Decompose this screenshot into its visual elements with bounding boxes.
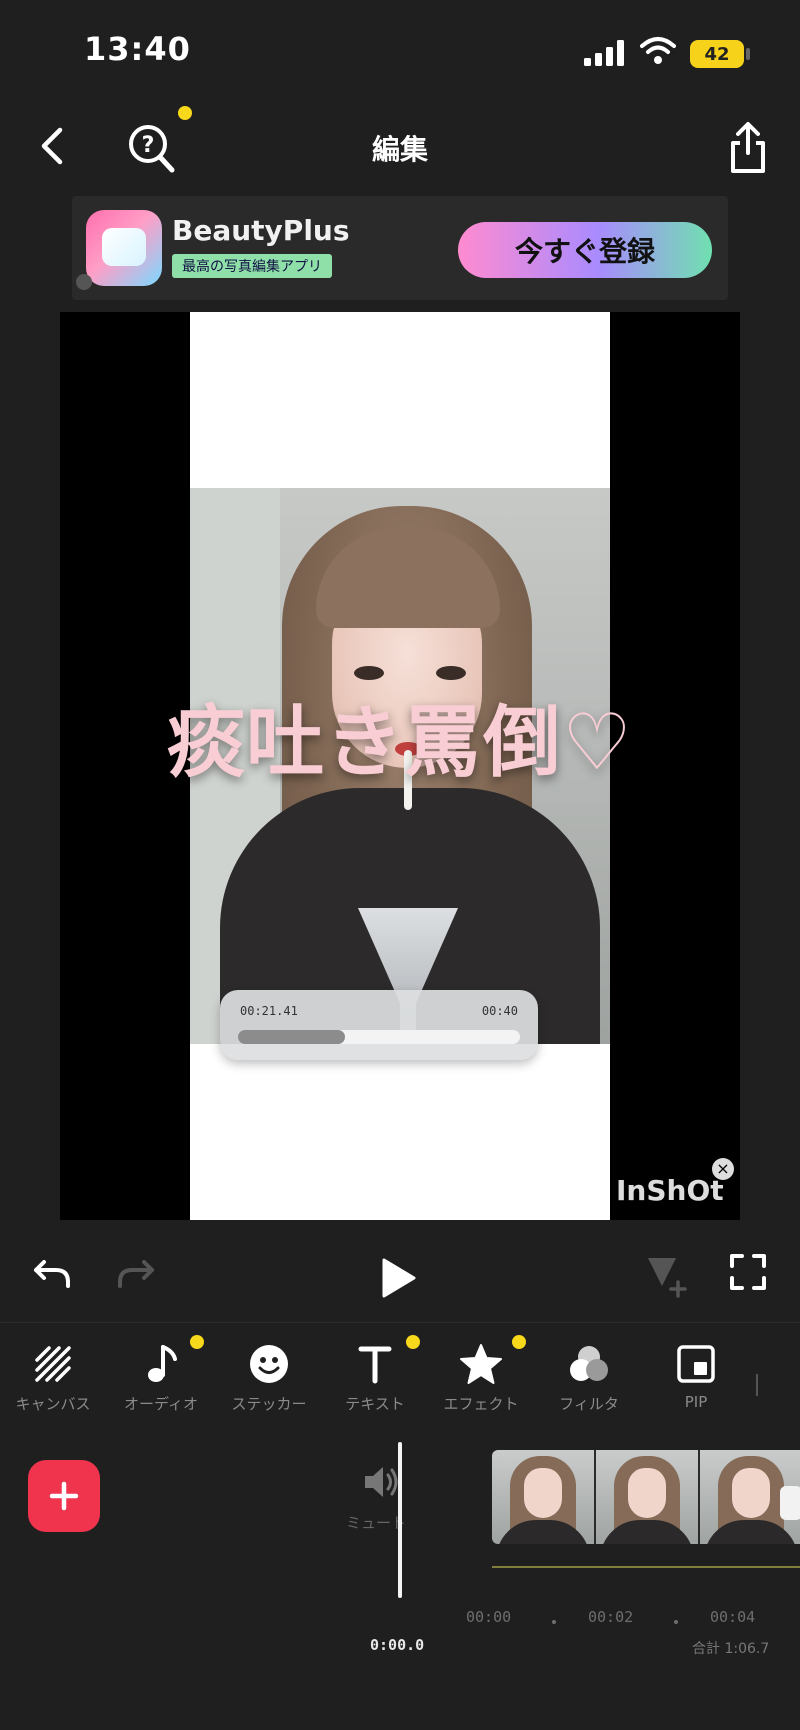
ruler-dot bbox=[552, 1620, 556, 1624]
fullscreen-icon bbox=[730, 1254, 766, 1290]
cellular-signal-icon bbox=[584, 40, 624, 66]
tool-label: テキスト bbox=[345, 1395, 405, 1413]
battery-tip bbox=[746, 48, 750, 60]
ad-banner[interactable]: BeautyPlus 最高の写真編集アプリ 今すぐ登録 bbox=[72, 196, 728, 300]
player-elapsed: 00:21.41 bbox=[240, 1004, 298, 1018]
tool-pip[interactable]: PIP bbox=[643, 1337, 749, 1411]
help-badge-dot bbox=[178, 106, 192, 120]
page-title: 編集 bbox=[371, 133, 428, 166]
tool-label: ステッカー bbox=[231, 1395, 307, 1413]
clip-thumbnail bbox=[596, 1450, 698, 1544]
embedded-player-bar: 00:21.41 00:40 bbox=[220, 990, 538, 1060]
back-button[interactable] bbox=[30, 118, 74, 174]
remove-watermark-close-icon[interactable]: × bbox=[712, 1158, 734, 1180]
subject-eye-right bbox=[436, 666, 466, 680]
pip-icon bbox=[677, 1345, 715, 1383]
canvas-icon bbox=[35, 1346, 71, 1382]
tool-filter[interactable]: フィルタ bbox=[536, 1337, 642, 1414]
wifi-icon bbox=[640, 37, 676, 64]
beautyplus-app-icon bbox=[86, 210, 162, 286]
play-icon bbox=[382, 1258, 416, 1298]
play-button[interactable] bbox=[378, 1256, 418, 1304]
battery-indicator: 42 bbox=[690, 40, 744, 68]
undo-button[interactable] bbox=[30, 1252, 76, 1302]
clip-thumbnail bbox=[492, 1450, 594, 1544]
tool-effect[interactable]: エフェクト bbox=[428, 1335, 534, 1414]
add-clip-button[interactable] bbox=[28, 1460, 100, 1532]
keyframe-add-icon bbox=[648, 1258, 687, 1298]
tool-label: PIP bbox=[684, 1393, 708, 1411]
status-time: 13:40 bbox=[84, 30, 191, 68]
ad-cta-button[interactable]: 今すぐ登録 bbox=[458, 222, 712, 278]
tool-sticker[interactable]: ステッカー bbox=[216, 1337, 322, 1414]
music-note-icon bbox=[148, 1345, 177, 1382]
tool-label: エフェクト bbox=[443, 1395, 519, 1413]
help-search-button[interactable]: ? bbox=[122, 120, 180, 178]
toolbar-scroll-divider bbox=[756, 1374, 758, 1396]
current-time: 0:00.0 bbox=[370, 1636, 425, 1654]
ruler-dot bbox=[674, 1620, 678, 1624]
share-button[interactable] bbox=[722, 118, 774, 178]
tool-label: オーディオ bbox=[124, 1395, 198, 1413]
undo-icon bbox=[34, 1260, 70, 1288]
add-keyframe-button[interactable] bbox=[644, 1252, 690, 1302]
chevron-left-icon bbox=[41, 127, 63, 165]
plus-icon bbox=[49, 1481, 79, 1511]
speaker-icon bbox=[365, 1467, 398, 1497]
badge-dot bbox=[512, 1335, 526, 1349]
inshot-watermark[interactable]: InShOt bbox=[616, 1174, 724, 1207]
ruler-tick: 00:04 bbox=[710, 1608, 756, 1626]
redo-button[interactable] bbox=[112, 1252, 158, 1302]
clip-trim-handle[interactable] bbox=[780, 1486, 800, 1520]
ruler-tick: 00:02 bbox=[588, 1608, 634, 1626]
ad-info-icon[interactable] bbox=[76, 274, 92, 290]
svg-text:?: ? bbox=[142, 133, 155, 158]
overlay-text-caption[interactable]: 痰吐き罵倒♡ bbox=[60, 680, 740, 792]
ruler-tick: 00:00 bbox=[466, 1608, 512, 1626]
player-duration: 00:40 bbox=[481, 1004, 518, 1018]
tool-audio[interactable]: オーディオ bbox=[108, 1335, 214, 1414]
star-icon bbox=[460, 1344, 502, 1384]
video-preview[interactable]: 00:21.41 00:40 痰吐き罵倒♡ InShOt × bbox=[60, 312, 740, 1220]
tool-bar: キャンバス オーディオ ステッカー テキスト エフェクト フィルタ PIP bbox=[0, 1322, 800, 1437]
video-clip-track[interactable] bbox=[492, 1450, 800, 1544]
sticker-smiley-icon bbox=[250, 1345, 288, 1383]
tool-label: フィルタ bbox=[559, 1395, 619, 1413]
mute-label: ミュート bbox=[346, 1514, 407, 1532]
subject-eye-left bbox=[354, 666, 384, 680]
redo-icon bbox=[118, 1260, 154, 1288]
tool-canvas[interactable]: キャンバス bbox=[0, 1337, 106, 1414]
audio-waveform-line bbox=[492, 1566, 800, 1568]
tool-text[interactable]: テキスト bbox=[322, 1335, 428, 1414]
badge-dot bbox=[190, 1335, 204, 1349]
player-progress bbox=[238, 1030, 346, 1044]
playhead[interactable] bbox=[398, 1442, 402, 1598]
camera-icon bbox=[102, 228, 146, 266]
ad-tagline: 最高の写真編集アプリ bbox=[172, 254, 332, 278]
help-search-icon: ? bbox=[129, 125, 175, 173]
filter-icon bbox=[570, 1346, 608, 1381]
total-duration: 合計 1:06.7 bbox=[692, 1641, 770, 1657]
badge-dot bbox=[406, 1335, 420, 1349]
text-icon bbox=[358, 1346, 392, 1384]
ad-app-name: BeautyPlus bbox=[172, 214, 350, 247]
mute-button[interactable] bbox=[362, 1464, 402, 1504]
player-track bbox=[238, 1030, 520, 1044]
fullscreen-button[interactable] bbox=[728, 1252, 768, 1296]
share-icon bbox=[731, 122, 765, 173]
tool-label: キャンバス bbox=[15, 1395, 91, 1413]
